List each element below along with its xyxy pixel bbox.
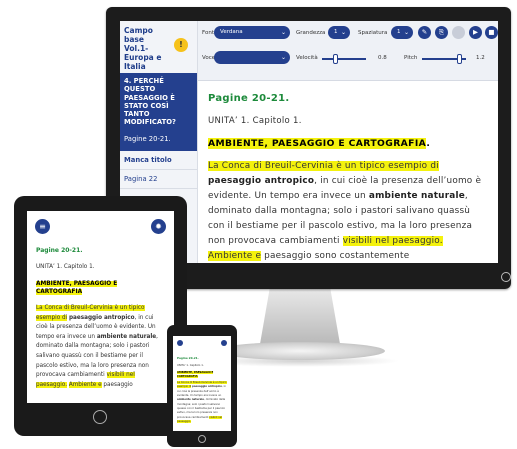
bold-term: ambiente naturale [368, 191, 465, 201]
section-heading-text: AMBIENTE, PAESAGGIO E CARTOGRAFIA [208, 138, 427, 149]
edit-icon[interactable]: ✎ [418, 26, 431, 39]
monitor-stand-neck [260, 289, 340, 344]
gear-icon[interactable] [221, 340, 227, 346]
sidebar-item-pagina-22[interactable]: Pagina 22 [120, 170, 197, 189]
gear-icon[interactable]: ✹ [151, 219, 166, 234]
body-paragraph: La Conca di Breuil-Cervinia è un tipico … [36, 304, 165, 390]
section-heading-period: . [426, 138, 431, 149]
active-chapter-title: 4. PERCHÉ QUESTO PAESAGGIO È STATO COSÌ … [124, 77, 176, 127]
chevron-down-icon: ⌄ [280, 29, 286, 36]
spacing-select[interactable]: 1 ⌄ [391, 26, 413, 39]
voice-select[interactable]: ⌄ [214, 51, 290, 64]
bold-term: ambiente naturale [177, 398, 205, 402]
sidebar-header: Campo base Vol.1- Europa e Italia ! [120, 21, 197, 73]
power-icon[interactable] [501, 272, 511, 282]
size-select-value: 1 [334, 29, 338, 35]
unit-heading: UNITA’ 1. Capitolo 1. [208, 116, 302, 126]
phone-device: Pagine 20-21. UNITA’ 1. Capitolo 1. AMBI… [167, 325, 237, 447]
body-paragraph: La Conca di Breuil-Cervinia è un tipico … [177, 381, 227, 424]
size-select[interactable]: 1 ⌄ [328, 26, 350, 39]
unit-heading: UNITA’ 1. Capitolo 1. [177, 364, 204, 367]
font-label: Font [202, 30, 214, 36]
sidebar-item-manca-titolo[interactable]: Manca titolo [120, 151, 197, 170]
warning-icon[interactable]: ! [174, 38, 188, 52]
pitch-label: Pitch [404, 55, 418, 61]
section-heading-text: AMBIENTE, PAESAGGIO E CARTOGRAFIA [36, 281, 118, 295]
active-chapter-pages: Pagine 20-21. [124, 134, 171, 143]
highlight-span: Ambiente e [208, 251, 262, 261]
pitch-value: 1.2 [476, 55, 485, 61]
pitch-slider-handle[interactable] [456, 54, 462, 64]
disabled-button[interactable] [452, 26, 465, 39]
monitor-stand-base [215, 342, 385, 360]
highlight-span: visibili nel paesaggio. [342, 236, 443, 246]
chevron-down-icon: ⌄ [280, 54, 286, 61]
bold-term: paesaggio antropico [208, 176, 315, 186]
unit-heading: UNITA’ 1. Capitolo 1. [36, 264, 95, 270]
book-title: Campo base Vol.1- Europa e Italia [124, 26, 162, 71]
body-text-span: , dominato dalla montagna; solo i pastor… [36, 333, 158, 379]
chevron-down-icon: ⌄ [403, 29, 409, 36]
section-heading: AMBIENTE, PAESAGGIO E CARTOGRAFIA [177, 371, 227, 378]
sidebar-item-active[interactable]: 4. PERCHÉ QUESTO PAESAGGIO È STATO COSÌ … [120, 73, 197, 151]
speed-value: 0.8 [378, 55, 387, 61]
device-mockup-scene: Campo base Vol.1- Europa e Italia ! 4. P… [0, 0, 517, 449]
section-heading: AMBIENTE, PAESAGGIO E CARTOGRAFIA. [208, 138, 488, 149]
bold-term: paesaggio antropico [192, 385, 222, 389]
highlight-span: Ambiente e [68, 381, 102, 388]
pitch-slider[interactable] [422, 54, 466, 64]
tablet-device: ≡ ✹ Pagine 20-21. UNITA’ 1. Capitolo 1. … [14, 196, 187, 436]
tablet-screen: ≡ ✹ Pagine 20-21. UNITA’ 1. Capitolo 1. … [27, 211, 174, 403]
font-select-value: Verdana [220, 29, 243, 35]
menu-icon[interactable] [177, 340, 183, 346]
play-icon[interactable]: ▶ [469, 26, 482, 39]
bold-term: ambiente naturale [96, 333, 157, 340]
speed-label: Velocità [296, 55, 318, 61]
phone-screen: Pagine 20-21. UNITA’ 1. Capitolo 1. AMBI… [173, 336, 231, 431]
pages-heading: Pagine 20-21. [177, 356, 199, 360]
font-select[interactable]: Verdana ⌄ [214, 26, 290, 39]
home-button[interactable] [93, 410, 107, 424]
section-heading: AMBIENTE, PAESAGGIO E CARTOGRAFIA [36, 280, 165, 296]
pages-heading: Pagine 20-21. [36, 247, 83, 254]
highlight-span: La Conca di Breuil-Cervinia è un tipico … [208, 161, 439, 171]
menu-icon[interactable]: ≡ [35, 219, 50, 234]
reader-toolbar: Font Verdana ⌄ Grandezza 1 ⌄ Spaziatura … [198, 21, 498, 81]
pages-heading: Pagine 20-21. [208, 93, 290, 104]
speed-slider-handle[interactable] [332, 54, 338, 64]
home-button[interactable] [198, 435, 206, 443]
chevron-down-icon: ⌄ [340, 29, 346, 36]
section-heading-text: AMBIENTE, PAESAGGIO E CARTOGRAFIA [177, 371, 214, 378]
spacing-label: Spaziatura [358, 30, 388, 36]
body-paragraph: La Conca di Breuil-Cervinia è un tipico … [208, 159, 488, 263]
size-label: Grandezza [296, 30, 326, 36]
stop-icon[interactable]: ■ [485, 26, 498, 39]
body-text-span: paesaggio [103, 381, 133, 388]
spacing-select-value: 1 [397, 29, 401, 35]
speed-slider[interactable] [322, 54, 366, 64]
reading-content: Pagine 20-21. UNITA’ 1. Capitolo 1. AMBI… [198, 81, 498, 263]
copy-icon[interactable]: ⎘ [435, 26, 448, 39]
body-text-span: paesaggio sono costantemente [264, 251, 410, 261]
bold-term: paesaggio antropico [68, 314, 135, 321]
